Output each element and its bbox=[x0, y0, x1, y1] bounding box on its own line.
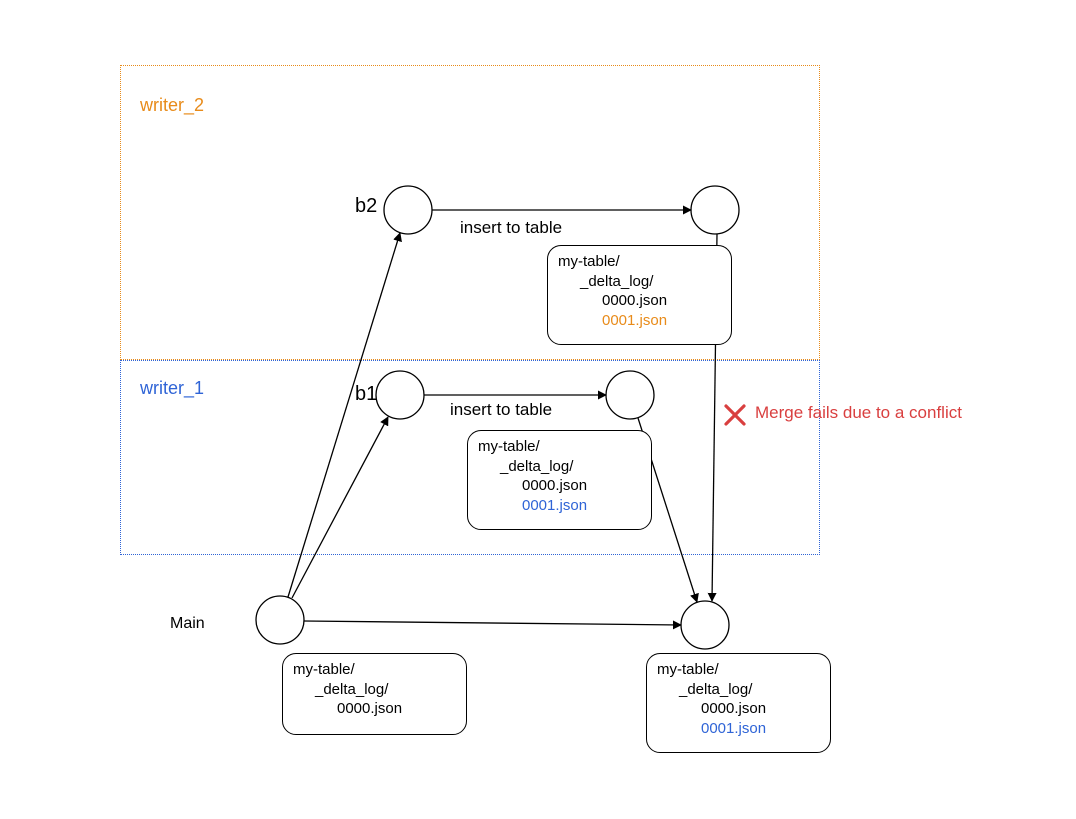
card-main-start-line-1: my-table/ bbox=[293, 660, 456, 680]
card-main-end-line-3: 0000.json bbox=[701, 699, 820, 719]
node-main-start bbox=[256, 596, 304, 644]
node-b2 bbox=[384, 186, 432, 234]
card-main-end-delta-log: my-table/ _delta_log/ 0000.json 0001.jso… bbox=[646, 653, 831, 753]
card-b2-delta-log: my-table/ _delta_log/ 0000.json 0001.jso… bbox=[547, 245, 732, 345]
card-b1-line-1: my-table/ bbox=[478, 437, 641, 457]
card-b1-line-3: 0000.json bbox=[522, 476, 641, 496]
card-main-start-line-2: _delta_log/ bbox=[315, 680, 456, 700]
card-main-start-delta-log: my-table/ _delta_log/ 0000.json bbox=[282, 653, 467, 735]
merge-fail-x-icon bbox=[726, 406, 744, 424]
card-b2-line-1: my-table/ bbox=[558, 252, 721, 272]
node-b1 bbox=[376, 371, 424, 419]
card-b1-line-2: _delta_log/ bbox=[500, 457, 641, 477]
card-main-end-line-1: my-table/ bbox=[657, 660, 820, 680]
arrow-main-to-b2 bbox=[288, 233, 400, 597]
card-main-start-line-3: 0000.json bbox=[337, 699, 456, 719]
card-b2-line-2: _delta_log/ bbox=[580, 272, 721, 292]
merge-fail-label: Merge fails due to a conflict bbox=[755, 403, 962, 423]
node-b1-label: b1 bbox=[355, 383, 377, 406]
node-b1-after bbox=[606, 371, 654, 419]
edge-b2-insert-label: insert to table bbox=[460, 218, 562, 238]
card-b2-line-4: 0001.json bbox=[602, 311, 721, 331]
card-b1-delta-log: my-table/ _delta_log/ 0000.json 0001.jso… bbox=[467, 430, 652, 530]
arrow-main-to-b1 bbox=[292, 417, 388, 598]
card-b1-line-4: 0001.json bbox=[522, 496, 641, 516]
card-b2-line-3: 0000.json bbox=[602, 291, 721, 311]
card-main-end-line-4: 0001.json bbox=[701, 719, 820, 739]
node-b2-after bbox=[691, 186, 739, 234]
edge-b1-insert-label: insert to table bbox=[450, 400, 552, 420]
node-main-end bbox=[681, 601, 729, 649]
card-main-end-line-2: _delta_log/ bbox=[679, 680, 820, 700]
node-b2-label: b2 bbox=[355, 195, 377, 218]
arrow-main-to-main-end bbox=[304, 621, 681, 625]
